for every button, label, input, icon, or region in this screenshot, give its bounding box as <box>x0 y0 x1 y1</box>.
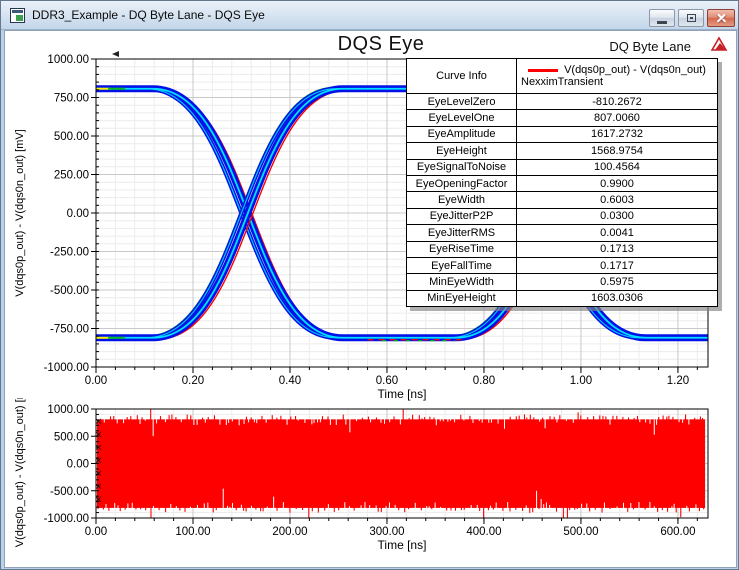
metric-value: 807.0060 <box>516 109 718 127</box>
window-title: DDR3_Example - DQ Byte Lane - DQS Eye <box>32 8 265 22</box>
metric-label: MinEyeHeight <box>406 289 517 308</box>
y-axis-title: V(dqs0p_out) - V(dqs0n_out) [mV] <box>14 380 26 548</box>
x-axis-title: Time [ns] <box>378 538 427 552</box>
trace-name: V(dqs0p_out) - V(dqs0n_out) <box>564 64 706 76</box>
axis-marker-icon <box>112 51 119 57</box>
trace-color-sample <box>528 68 559 72</box>
metric-label: EyeLevelZero <box>406 92 517 111</box>
curve-info-header: Curve Info <box>406 58 517 94</box>
plot-title: DQS Eye <box>337 33 425 55</box>
metric-value: 0.0300 <box>516 207 718 226</box>
metric-value: 1603.0306 <box>516 289 718 308</box>
app-window: DDR3_Example - DQ Byte Lane - DQS Eye 0.… <box>0 0 739 570</box>
metric-value: 0.5975 <box>516 273 718 291</box>
metric-row: EyeWidth 0.6003 <box>406 191 718 209</box>
trace-header: V(dqs0p_out) - V(dqs0n_out) NexximTransi… <box>516 58 718 94</box>
y-tick-label: 1000.00 <box>47 54 89 66</box>
x-tick-label: 0.60 <box>376 375 398 387</box>
metric-row: EyeRiseTime 0.1713 <box>406 240 718 258</box>
y-tick-label: -500.00 <box>50 486 89 498</box>
restore-button[interactable] <box>678 9 704 27</box>
x-tick-label: 400.00 <box>466 526 501 538</box>
metric-value: -810.2672 <box>516 92 718 111</box>
y-tick-label: -1000.00 <box>44 362 89 374</box>
close-button[interactable] <box>707 9 735 27</box>
metric-value: 1568.9754 <box>516 142 718 160</box>
x-axis-title: Time [ns] <box>378 387 427 401</box>
title-bar[interactable]: DDR3_Example - DQ Byte Lane - DQS Eye <box>1 1 738 30</box>
y-tick-label: -750.00 <box>50 324 89 336</box>
x-tick-label: 0.00 <box>85 375 107 387</box>
x-tick-label: 0.40 <box>279 375 301 387</box>
x-tick-label: 300.00 <box>369 526 404 538</box>
y-tick-label: 500.00 <box>54 431 89 443</box>
metric-row: MinEyeHeight 1603.0306 <box>406 289 718 308</box>
x-tick-label: 0.00 <box>85 526 107 538</box>
metric-value: 100.4564 <box>516 158 718 176</box>
x-tick-label: 100.00 <box>175 526 210 538</box>
report-canvas: 0.00 0.20 0.40 0.60 0.80 1.00 1.20 1000.00 750.0… <box>5 31 736 567</box>
y-tick-label: -1000.00 <box>44 513 89 525</box>
metric-label: EyeJitterRMS <box>406 224 517 242</box>
x-tick-label: 0.80 <box>473 375 495 387</box>
metric-row: EyeFallTime 0.1717 <box>406 256 718 275</box>
y-tick-label: 750.00 <box>54 93 89 105</box>
x-tick-label: 200.00 <box>272 526 307 538</box>
metric-row: EyeJitterRMS 0.0041 <box>406 224 718 242</box>
metric-row: EyeLevelOne 807.0060 <box>406 109 718 127</box>
metric-label: MinEyeWidth <box>406 273 517 291</box>
metric-label: EyeHeight <box>406 142 517 160</box>
metric-row: EyeJitterP2P 0.0300 <box>406 207 718 226</box>
close-icon <box>716 13 727 24</box>
x-tick-label: 0.20 <box>182 375 204 387</box>
metric-row: EyeAmplitude 1617.2732 <box>406 125 718 144</box>
x-tick-label: 1.20 <box>667 375 689 387</box>
y-tick-label: 250.00 <box>54 170 89 182</box>
metric-label: EyeFallTime <box>406 256 517 275</box>
x-tick-label: 600.00 <box>660 526 695 538</box>
metric-label: EyeRiseTime <box>406 240 517 258</box>
metric-label: EyeWidth <box>406 191 517 209</box>
metric-row: EyeOpeningFactor 0.9900 <box>406 174 718 193</box>
metric-label: EyeJitterP2P <box>406 207 517 226</box>
ansys-logo-icon <box>710 36 728 51</box>
x-tick-label: 1.00 <box>570 375 592 387</box>
metric-value: 0.1713 <box>516 240 718 258</box>
x-tick-label: 500.00 <box>563 526 598 538</box>
metric-value: 0.6003 <box>516 191 718 209</box>
transient-signal <box>96 409 706 518</box>
y-axis-title: V(dqs0p_out) - V(dqs0n_out) [mV] <box>14 129 26 297</box>
y-tick-label: 1000.00 <box>47 404 89 416</box>
metric-label: EyeSignalToNoise <box>406 158 517 176</box>
metric-row: EyeSignalToNoise 100.4564 <box>406 158 718 176</box>
metric-value: 0.1717 <box>516 256 718 275</box>
metric-label: EyeAmplitude <box>406 125 517 144</box>
metric-row: EyeHeight 1568.9754 <box>406 142 718 160</box>
metric-label: EyeLevelOne <box>406 109 517 127</box>
metric-row: MinEyeWidth 0.5975 <box>406 273 718 291</box>
minimize-icon <box>657 20 667 24</box>
y-tick-label: 0.00 <box>67 208 89 220</box>
y-tick-label: 500.00 <box>54 131 89 143</box>
metric-value: 0.0041 <box>516 224 718 242</box>
y-tick-label: -250.00 <box>50 247 89 259</box>
minimize-button[interactable] <box>649 9 675 27</box>
metric-value: 0.9900 <box>516 174 718 193</box>
transient-plot[interactable]: 0.00 100.00 200.00 300.00 400.00 500.00 600.00… <box>14 380 709 552</box>
y-tick-label: -500.00 <box>50 285 89 297</box>
curve-info-table[interactable]: Curve Info V(dqs0p_out) - V(dqs0n_out) N… <box>406 58 718 308</box>
restore-icon <box>686 14 696 22</box>
metric-value: 1617.2732 <box>516 125 718 144</box>
y-tick-label: 0.00 <box>67 459 89 471</box>
metric-row: EyeLevelZero -810.2672 <box>406 92 718 111</box>
window-icon <box>10 8 25 23</box>
metric-label: EyeOpeningFactor <box>406 174 517 193</box>
trace-solution: NexximTransient <box>521 76 604 88</box>
context-label: DQ Byte Lane <box>609 39 691 54</box>
